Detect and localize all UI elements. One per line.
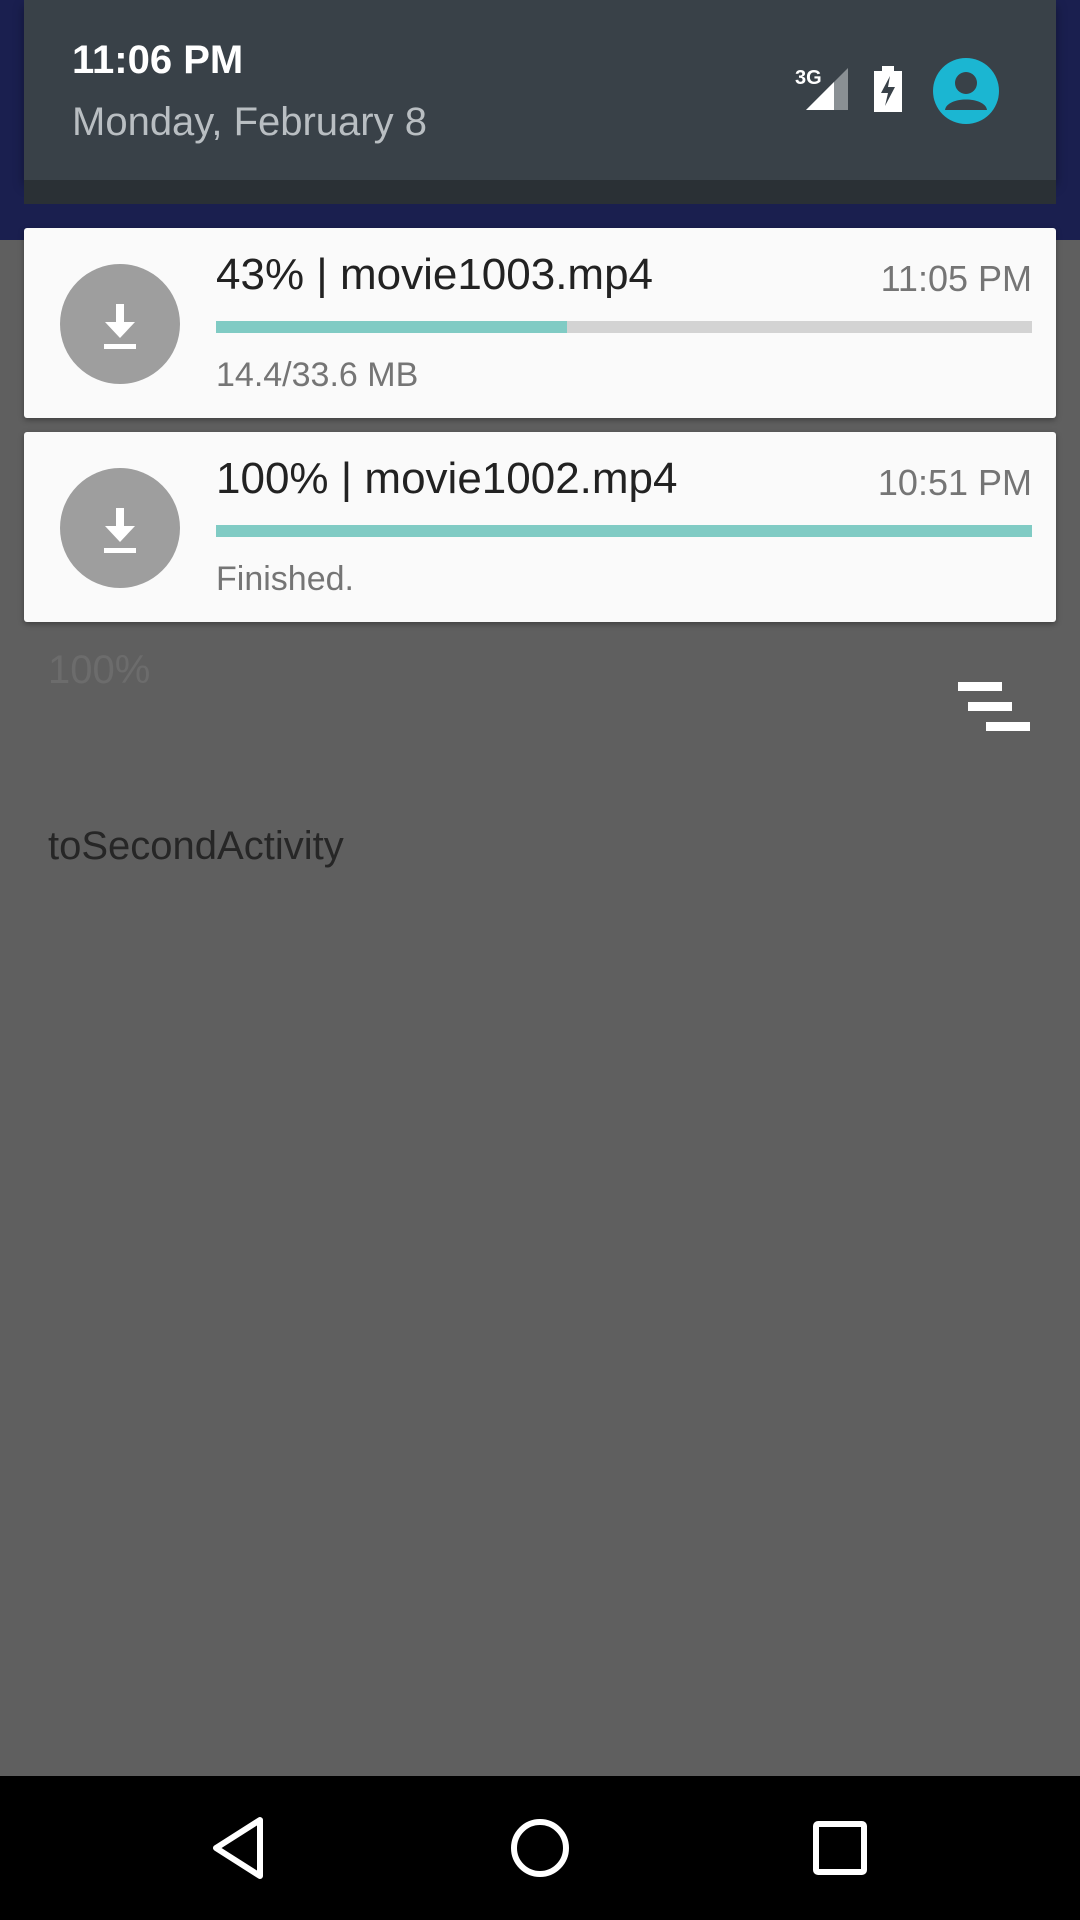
battery-charging-icon: [874, 66, 902, 112]
notification-title: 43% | movie1003.mp4: [216, 250, 654, 299]
notification-status: 14.4/33.6 MB: [216, 356, 419, 394]
download-progress-fill: [216, 525, 1032, 537]
shade-divider: [24, 180, 1056, 204]
download-notification-card[interactable]: 100% | movie1002.mp4 10:51 PM Finished.: [24, 432, 1056, 622]
download-progress-fill: [216, 321, 567, 333]
date-text[interactable]: Monday, February 8: [72, 100, 427, 145]
clock-time: 11:06 PM: [72, 38, 244, 82]
download-icon: [60, 264, 180, 384]
notification-time: 10:51 PM: [877, 462, 1032, 503]
download-progress-bar: [216, 321, 1032, 333]
download-icon: [60, 468, 180, 588]
back-icon[interactable]: [204, 1812, 276, 1884]
notification-time: 11:05 PM: [880, 258, 1032, 299]
signal-icon: [806, 68, 848, 110]
notification-title: 100% | movie1002.mp4: [216, 454, 678, 503]
navigation-bar: [0, 1776, 1080, 1920]
user-avatar-icon[interactable]: [933, 58, 999, 124]
notification-status: Finished.: [216, 560, 354, 598]
recents-icon[interactable]: [804, 1812, 876, 1884]
sort-lines-icon[interactable]: [958, 682, 1030, 736]
download-notification-card[interactable]: 43% | movie1003.mp4 11:05 PM 14.4/33.6 M…: [24, 228, 1056, 418]
download-progress-bar: [216, 525, 1032, 537]
progress-percent-text: 100%: [48, 648, 151, 692]
home-icon[interactable]: [504, 1812, 576, 1884]
to-second-activity-button[interactable]: toSecondActivity: [48, 824, 344, 869]
